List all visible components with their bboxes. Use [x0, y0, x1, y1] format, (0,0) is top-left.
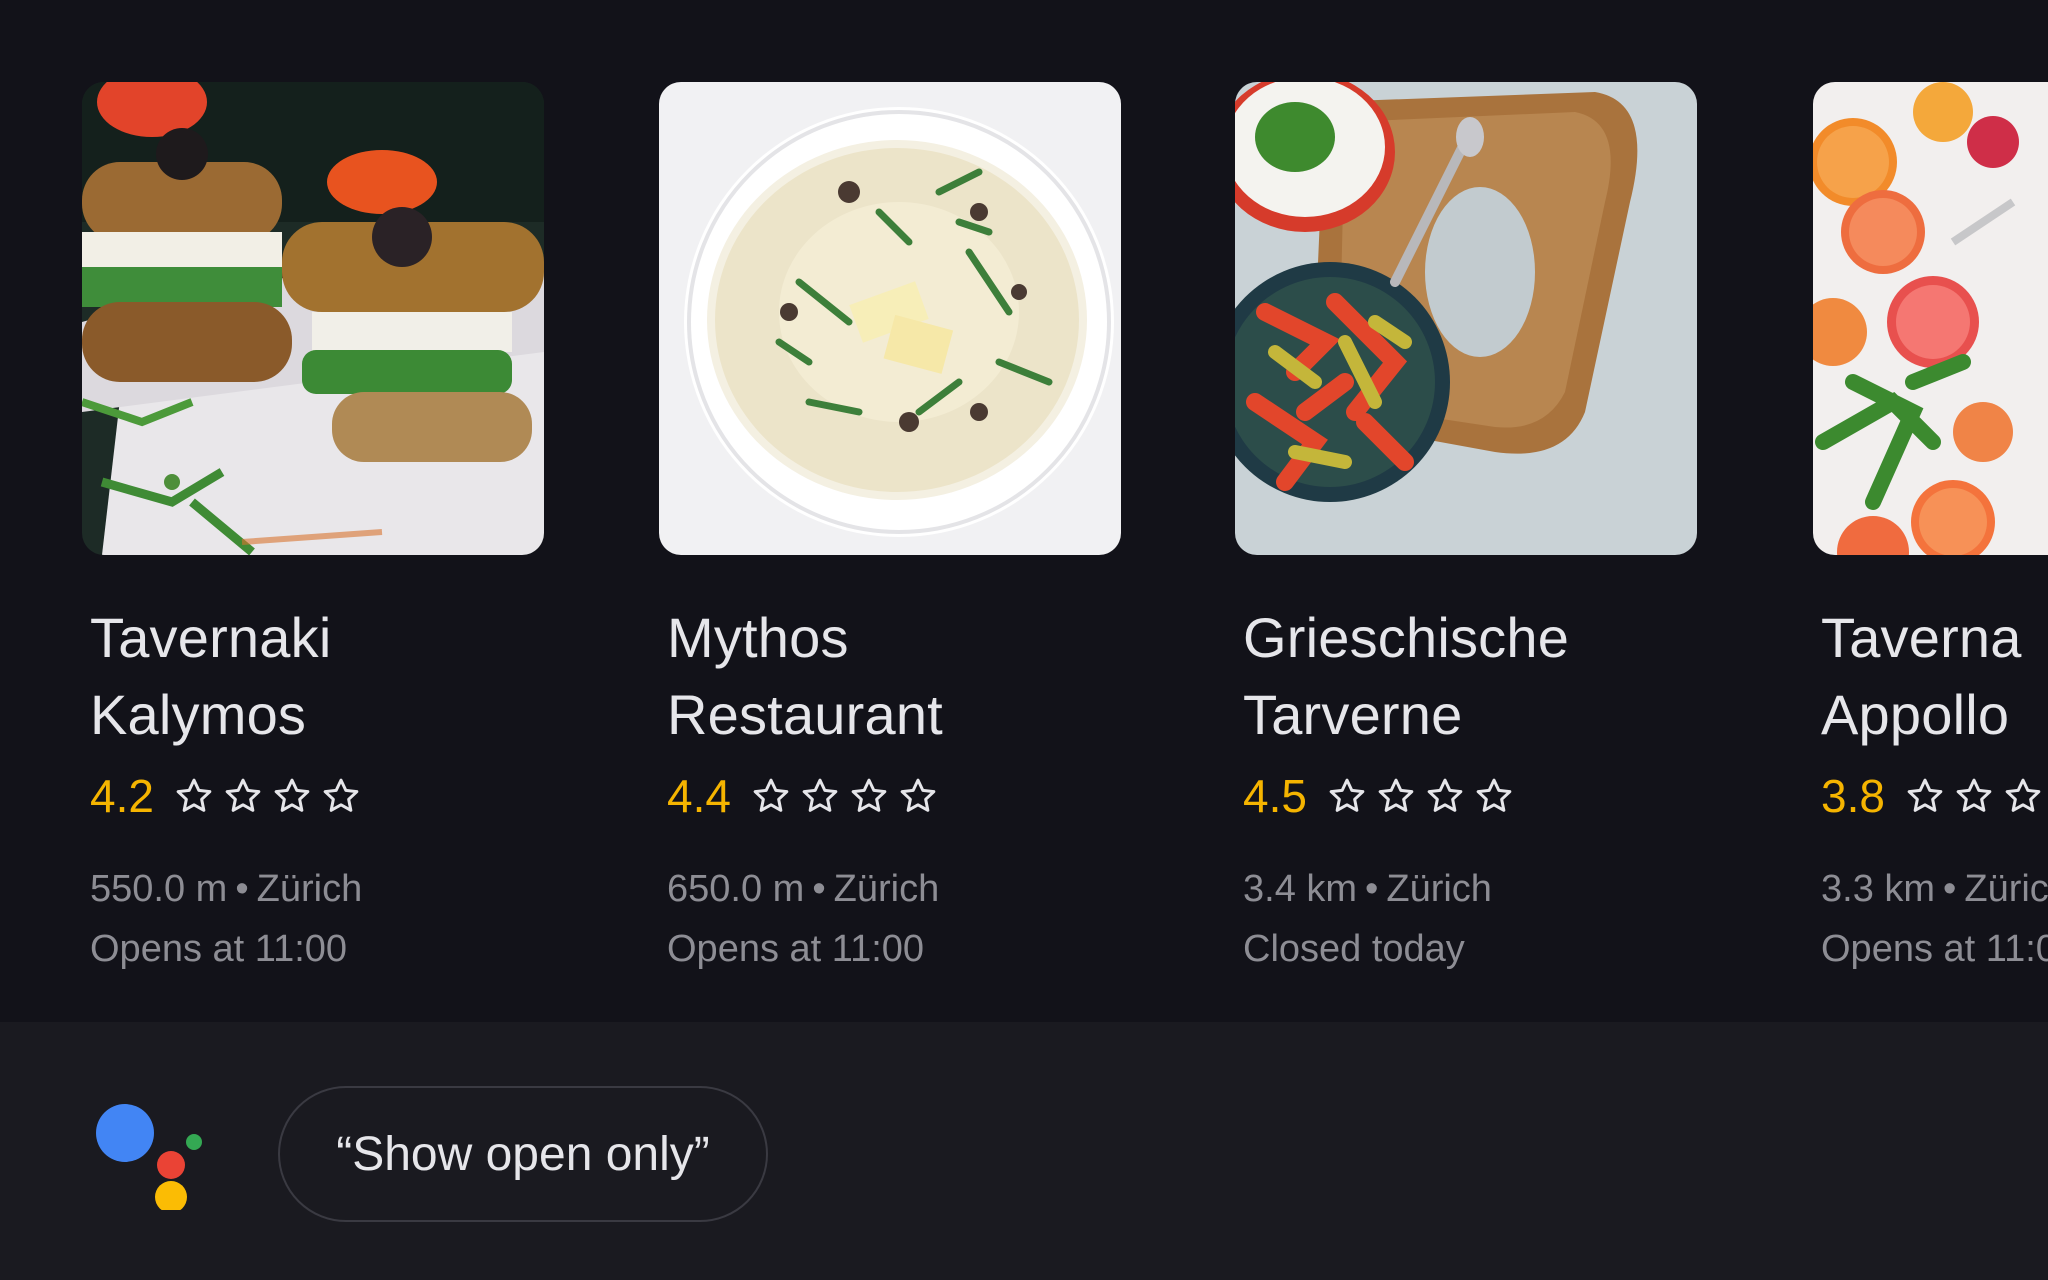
city: Zürich	[256, 868, 363, 910]
rating-row: 4.4	[667, 767, 1121, 825]
distance-location: 550.0 m • Zürich	[90, 859, 544, 919]
restaurant-carousel[interactable]: Tavernaki Kalymos 4.2 550.0 m • Zürich Ope…	[0, 0, 2048, 1022]
star-outline-icon	[274, 778, 310, 812]
restaurant-photo	[1813, 82, 2048, 555]
restaurant-name[interactable]: Mythos Restaurant	[667, 599, 1121, 753]
restaurant-card[interactable]: Grieschische Tarverne 4.5 3.4 km • Zürich …	[1235, 82, 1697, 979]
rating-value: 4.2	[90, 770, 154, 822]
restaurant-card[interactable]: Mythos Restaurant 4.4 650.0 m • Zürich Ope…	[659, 82, 1121, 979]
star-outline-icon	[1476, 778, 1512, 812]
restaurant-name[interactable]: Taverna Appollo	[1821, 599, 2048, 753]
rating-row: 4.2	[90, 767, 544, 825]
google-assistant-icon[interactable]	[90, 1100, 210, 1210]
separator: •	[1943, 868, 1957, 910]
rating-value: 4.4	[667, 770, 731, 822]
restaurant-card[interactable]: Tavernaki Kalymos 4.2 550.0 m • Zürich Ope…	[82, 82, 544, 979]
city: Zürich	[1964, 868, 2048, 910]
star-outline-icon	[1427, 778, 1463, 812]
star-outline-icon	[176, 778, 212, 812]
star-outline-icon	[1907, 778, 1943, 812]
restaurant-meta: 3.3 km•Zürich Opens at 11:00	[1821, 859, 2048, 979]
restaurant-photo	[659, 82, 1121, 555]
star-outline-icon	[323, 778, 359, 812]
city: Zürich	[833, 868, 940, 910]
separator: •	[812, 868, 826, 910]
star-outline-icon	[2005, 778, 2041, 812]
opening-status: Closed today	[1243, 928, 1465, 970]
restaurant-photo	[1235, 82, 1697, 555]
rating-value: 3.8	[1821, 770, 1885, 822]
distance: 550.0 m	[90, 868, 228, 910]
star-outline-icon	[900, 778, 936, 812]
star-outline-icon	[1378, 778, 1414, 812]
opening-status: Opens at 11:00	[667, 928, 925, 970]
distance-location: 3.3 km•Zürich	[1821, 859, 2048, 919]
restaurant-name[interactable]: Tavernaki Kalymos	[90, 599, 544, 753]
distance-location: 650.0 m • Zürich	[667, 859, 1121, 919]
restaurant-meta: 3.4 km • Zürich Closed today	[1243, 859, 1697, 979]
star-outline-icon	[1956, 778, 1992, 812]
distance: 3.3 km	[1821, 868, 1936, 910]
rating-value: 4.5	[1243, 770, 1307, 822]
rating-row: 3.8	[1821, 767, 2048, 825]
distance: 650.0 m	[667, 868, 805, 910]
separator: •	[1365, 868, 1379, 910]
restaurant-photo	[82, 82, 544, 555]
opening-status: Opens at 11:00	[1821, 928, 2048, 970]
star-outline-icon	[225, 778, 261, 812]
restaurant-results-screen: Tavernaki Kalymos 4.2 550.0 m • Zürich Ope…	[0, 0, 2048, 1280]
star-outline-icon	[753, 778, 789, 812]
separator: •	[235, 868, 249, 910]
restaurant-name[interactable]: Grieschische Tarverne	[1243, 599, 1697, 753]
rating-row: 4.5	[1243, 767, 1697, 825]
star-outline-icon	[802, 778, 838, 812]
restaurant-meta: 650.0 m • Zürich Opens at 11:00	[667, 859, 1121, 979]
distance: 3.4 km	[1243, 868, 1358, 910]
opening-status: Opens at 11:00	[90, 928, 348, 970]
star-outline-icon	[1329, 778, 1365, 812]
restaurant-card[interactable]: Taverna Appollo 3.8 3.3 km•Zürich Opens …	[1813, 82, 2048, 979]
distance-location: 3.4 km • Zürich	[1243, 859, 1697, 919]
suggestion-chip-show-open-only[interactable]: “Show open only”	[278, 1086, 768, 1222]
restaurant-meta: 550.0 m • Zürich Opens at 11:00	[90, 859, 544, 979]
star-outline-icon	[851, 778, 887, 812]
city: Zürich	[1386, 868, 1492, 910]
